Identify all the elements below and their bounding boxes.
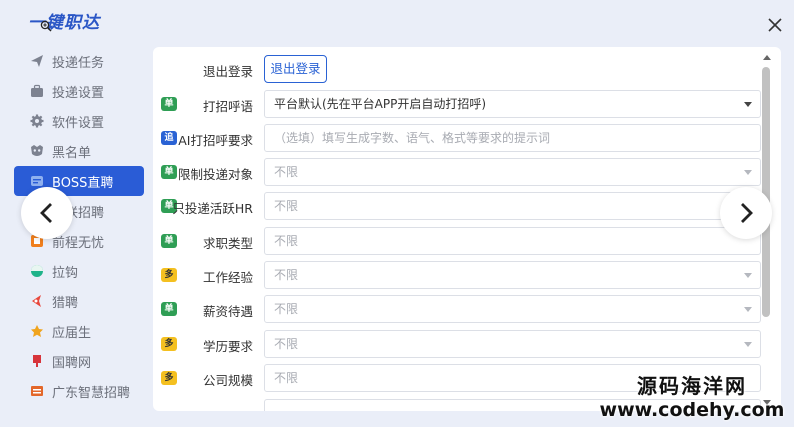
field-label: AI打招呼要求 <box>178 133 253 148</box>
sidebar-item-label: 投递任务 <box>52 55 105 71</box>
greeting-row: 单 打招呼语 平台默认(先在平台APP开启自动打招呼) <box>153 90 763 118</box>
active-hr-select[interactable]: 不限 <box>264 192 761 220</box>
next-arrow-button[interactable] <box>720 187 772 239</box>
watermark: 源码海洋网 www.codehy.com <box>590 370 794 421</box>
chevron-down-icon <box>744 102 752 107</box>
lagou-icon <box>31 265 43 277</box>
field-label: 公司规模 <box>202 373 253 388</box>
sidebar-item-deliver-task[interactable]: 投递任务 <box>14 46 144 76</box>
field-label: 只投递活跃HR <box>172 201 253 216</box>
prev-arrow-button[interactable] <box>21 187 73 239</box>
sidebar-item-label: 应届生 <box>52 325 92 341</box>
append-badge: 追 <box>161 131 177 145</box>
sidebar-item-guopin[interactable]: 国聘网 <box>14 346 144 376</box>
sidebar-item-graduate[interactable]: 应届生 <box>14 316 144 346</box>
experience-select[interactable]: 不限 <box>264 261 761 289</box>
gd-icon <box>31 386 43 396</box>
ai-greeting-row: 追 AI打招呼要求 （选填）填写生成字数、语气、格式等要求的提示词 <box>153 124 763 152</box>
sidebar-item-label: 猎聘 <box>52 295 79 311</box>
target-limit-row: 单 限制投递对象 不限 <box>153 158 763 186</box>
scroll-up-icon[interactable] <box>763 55 771 60</box>
chevron-down-icon <box>744 307 752 312</box>
close-icon[interactable] <box>764 14 786 36</box>
education-select[interactable]: 不限 <box>264 330 761 358</box>
graduate-icon <box>31 325 43 337</box>
field-label: 打招呼语 <box>202 99 253 114</box>
active-hr-row: 单 只投递活跃HR 不限 <box>153 192 763 220</box>
field-label: 学历要求 <box>202 339 253 354</box>
sidebar-item-liepin[interactable]: 猎聘 <box>14 286 144 316</box>
gear-icon <box>30 114 44 128</box>
sidebar-item-guangdong[interactable]: 广东智慧招聘 <box>14 376 144 406</box>
ai-greeting-input[interactable]: （选填）填写生成字数、语气、格式等要求的提示词 <box>264 124 761 152</box>
field-label: 求职类型 <box>202 236 253 251</box>
chevron-down-icon <box>744 342 752 347</box>
chevron-right-icon <box>741 203 753 223</box>
greeting-select[interactable]: 平台默认(先在平台APP开启自动打招呼) <box>264 90 761 118</box>
send-icon <box>31 55 43 67</box>
logout-row: 退出登录 退出登录 <box>153 55 763 83</box>
settings-panel: 退出登录 退出登录 单 打招呼语 平台默认(先在平台APP开启自动打招呼) 追 … <box>153 47 781 411</box>
multi-badge: 多 <box>161 337 177 351</box>
chevron-down-icon <box>744 273 752 278</box>
salary-row: 单 薪资待遇 不限 <box>153 295 763 323</box>
field-label: 工作经验 <box>202 270 253 285</box>
liepin-icon <box>32 295 41 307</box>
multi-badge: 多 <box>161 268 177 282</box>
sidebar-item-blacklist[interactable]: 黑名单 <box>14 136 144 166</box>
job-type-select[interactable]: 不限 <box>264 227 761 255</box>
target-limit-select[interactable]: 不限 <box>264 158 761 186</box>
multi-badge: 多 <box>161 371 177 385</box>
sidebar-item-lagou[interactable]: 拉钩 <box>14 256 144 286</box>
field-label: 薪资待遇 <box>202 304 253 319</box>
single-badge: 单 <box>161 97 177 111</box>
sidebar-item-software-settings[interactable]: 软件设置 <box>14 106 144 136</box>
briefcase-icon <box>31 84 43 97</box>
salary-select[interactable]: 不限 <box>264 295 761 323</box>
watermark-line2: www.codehy.com <box>599 399 785 421</box>
boss-icon <box>31 176 43 186</box>
logout-label: 退出登录 <box>202 64 253 79</box>
experience-row: 多 工作经验 不限 <box>153 261 763 289</box>
watermark-line1: 源码海洋网 <box>637 374 747 398</box>
mask-icon <box>31 145 43 156</box>
job-type-row: 单 求职类型 不限 <box>153 227 763 255</box>
chevron-left-icon <box>40 203 52 223</box>
sidebar-item-label: 广东智慧招聘 <box>52 385 131 401</box>
single-badge: 单 <box>161 302 177 316</box>
sidebar-item-deliver-settings[interactable]: 投递设置 <box>14 76 144 106</box>
sidebar-item-label: 软件设置 <box>52 115 105 131</box>
sidebar-item-label: 投递设置 <box>52 85 105 101</box>
single-badge: 单 <box>161 234 177 248</box>
sidebar-item-label: 国聘网 <box>52 355 92 371</box>
sidebar-item-label: 黑名单 <box>52 145 92 161</box>
zoom-in-icon <box>40 20 52 32</box>
field-label: 限制投递对象 <box>177 167 253 182</box>
sidebar-item-label: 拉钩 <box>52 265 79 281</box>
single-badge: 单 <box>161 165 177 179</box>
education-row: 多 学历要求 不限 <box>153 330 763 358</box>
chevron-down-icon <box>744 170 752 175</box>
guopin-icon <box>33 355 41 367</box>
logout-button[interactable]: 退出登录 <box>264 55 327 83</box>
app-logo: 一键职达 <box>28 13 100 33</box>
